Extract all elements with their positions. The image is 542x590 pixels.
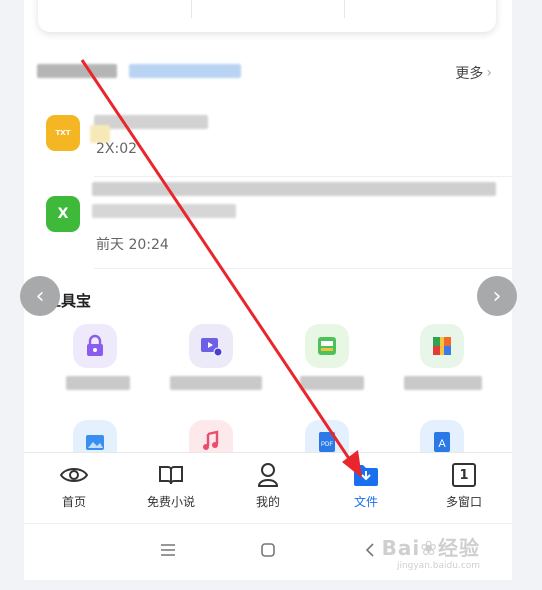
- annotation-arrow-icon: [80, 59, 362, 478]
